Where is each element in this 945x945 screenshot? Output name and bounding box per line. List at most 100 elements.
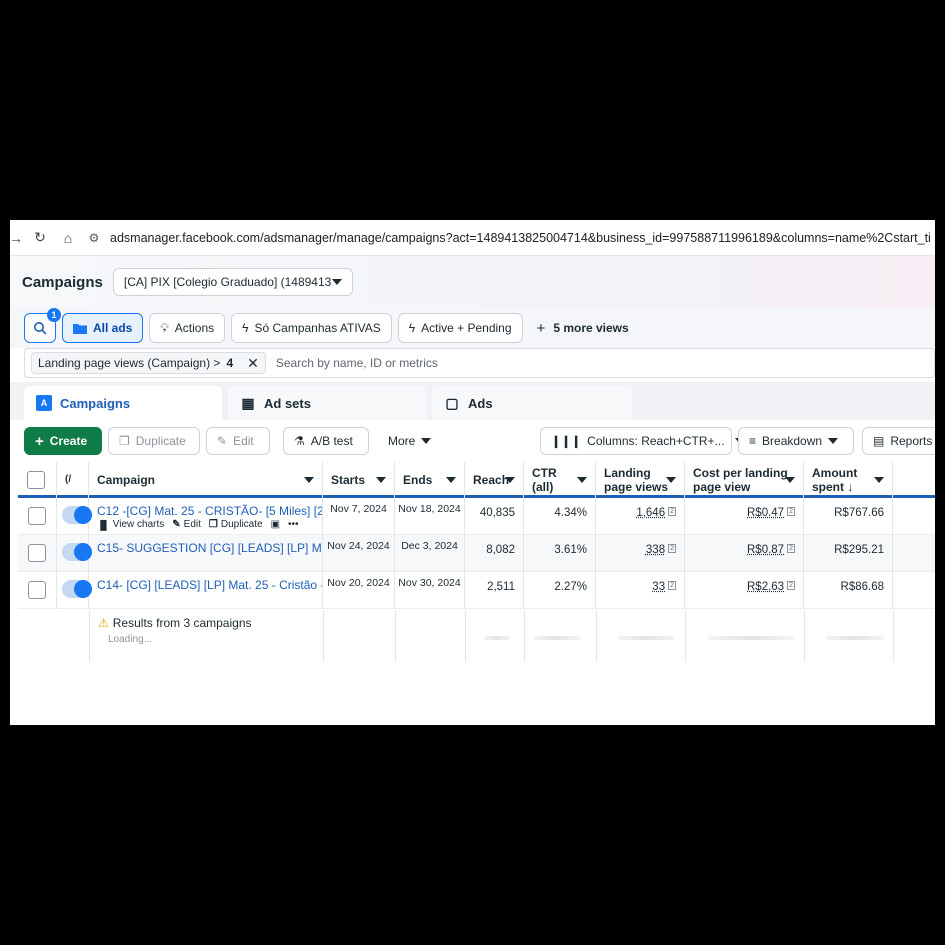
more-views-label: 5 more views [553,321,629,335]
table-row[interactable]: C14- [CG] [LEADS] [LP] Mat. 25 - Cristão… [18,572,935,609]
loading-placeholder [484,636,510,640]
search-count-badge: 1 [47,308,61,322]
columns-icon: ❙❙❙ [551,434,582,448]
tab-campaigns[interactable]: A Campaigns [24,386,222,420]
sort-caret-icon[interactable] [874,477,884,483]
more-views-button[interactable]: + 5 more views [537,320,629,337]
spent-cell: R$767.66 [804,498,893,535]
row-select-cell [18,572,57,609]
view-active-pending[interactable]: ϟ Active + Pending [397,313,523,343]
site-settings-icon[interactable]: ⚙ [84,228,104,248]
column-label: Ends [403,473,433,487]
column-divider [89,610,90,662]
sort-caret-icon[interactable] [446,477,456,483]
row-actions: ▐▌ View charts ✎ Edit ❐ Duplicate ▣ ••• [97,519,299,530]
tab-ads[interactable]: ▢ Ads [432,386,632,420]
views-bar: 1 All ads 💡︎ Actions ϟ Só Campanhas ATIV… [10,308,935,348]
campaign-name-link[interactable]: C15- SUGGESTION [CG] [LEADS] [LP] Mat. .… [89,535,322,555]
image-icon[interactable]: ▣ [271,519,280,530]
campaign-column-header[interactable]: Campaign [89,462,323,498]
tab-adsets[interactable]: ▦ Ad sets [228,386,426,420]
campaign-toggle[interactable] [62,543,92,561]
search-input[interactable]: Search by name, ID or metrics [276,356,438,370]
filter-bar: Landing page views (Campaign) > 4 ✕ Sear… [24,348,935,378]
account-selector[interactable]: [CA] PIX [Colegio Graduado] (1489413... [112,268,353,296]
cplpv-value[interactable]: R$2.63 [747,581,784,593]
starts-cell: Nov 20, 2024 [323,572,395,609]
ab-test-button[interactable]: ⚗ A/B test [283,427,369,455]
search-button[interactable]: 1 [24,308,61,343]
spent-column-header[interactable]: Amount spent ↓ [804,462,893,498]
spent-cell: R$86.68 [804,572,893,609]
more-button[interactable]: More [378,427,442,455]
sort-caret-icon[interactable] [304,477,314,483]
row-checkbox[interactable] [28,544,46,562]
column-label: Amount spent ↓ [812,466,857,494]
column-divider [893,610,894,662]
cplpv-value[interactable]: R$0.47 [747,507,784,519]
plus-icon: + [536,319,546,337]
reach-column-header[interactable]: Reach [465,462,524,498]
campaign-toggle[interactable] [62,506,92,524]
duplicate-button[interactable]: ❐ Duplicate [108,427,200,455]
cplpv-value[interactable]: R$0.87 [747,544,784,556]
campaign-name-link[interactable]: C14- [CG] [LEADS] [LP] Mat. 25 - Cristão… [89,572,322,592]
table-header: (/ Campaign Starts Ends Reach CTR(all) [18,462,935,498]
edit-link[interactable]: ✎ Edit [172,519,201,530]
starts-column-header[interactable]: Starts [323,462,395,498]
campaign-name-cell: C12 -[CG] Mat. 25 - CRISTÃO- [5 Miles] [… [89,498,323,535]
table-row[interactable]: C15- SUGGESTION [CG] [LEADS] [LP] Mat. .… [18,535,935,572]
column-divider [465,610,466,662]
sort-caret-icon[interactable] [666,477,676,483]
campaign-toggle[interactable] [62,580,92,598]
sort-caret-icon[interactable] [376,477,386,483]
column-label: Starts [331,473,366,487]
lpv-value[interactable]: 338 [646,544,665,556]
sort-caret-icon[interactable] [785,477,795,483]
row-checkbox[interactable] [28,507,46,525]
reach-cell: 8,082 [465,535,524,572]
create-button[interactable]: + Create [24,427,102,455]
close-icon[interactable]: ✕ [247,355,259,372]
duplicate-link[interactable]: ❐ Duplicate [209,519,263,530]
lpv-cell: 1,646 2 [596,498,685,535]
sort-caret-icon[interactable] [505,477,515,483]
lpv-value[interactable]: 1,646 [636,507,665,519]
toggle-column-label: (/ [65,474,72,485]
view-all-ads[interactable]: All ads [62,313,144,343]
cplpv-column-header[interactable]: Cost per landing page view [685,462,804,498]
table-row[interactable]: C12 -[CG] Mat. 25 - CRISTÃO- [5 Miles] [… [18,498,935,535]
duplicate-label: Duplicate [220,519,263,530]
view-active-campaigns[interactable]: ϟ Só Campanhas ATIVAS [231,313,392,343]
home-icon[interactable]: ⌂ [56,226,80,250]
more-actions[interactable]: ••• [288,519,299,530]
chevron-down-icon [828,438,839,444]
create-label: Create [49,434,88,448]
columns-button[interactable]: ❙❙❙ Columns: Reach+CTR+... [540,427,745,455]
reports-button[interactable]: ▤ Reports [862,427,935,455]
column-label-line: CTR [532,466,557,480]
lpv-value[interactable]: 33 [652,581,665,593]
view-charts-link[interactable]: ▐▌ View charts [97,519,164,530]
filter-chip[interactable]: Landing page views (Campaign) > 4 ✕ [31,352,266,374]
results-footer: ⚠ Results from 3 campaigns Loading... [18,610,935,662]
edit-button[interactable]: ✎ Edit [206,427,270,455]
ends-column-header[interactable]: Ends [395,462,465,498]
lpv-column-header[interactable]: Landing page views [596,462,685,498]
results-label: Results from 3 campaigns [112,616,252,630]
view-actions[interactable]: 💡︎ Actions [149,313,226,343]
app-header: Campaigns [CA] PIX [Colegio Graduado] (1… [10,256,935,308]
select-all-checkbox[interactable] [27,471,45,489]
address-bar[interactable]: adsmanager.facebook.com/adsmanager/manag… [110,231,930,245]
row-checkbox[interactable] [28,581,46,599]
forward-arrow-icon[interactable]: → [10,226,23,250]
column-label: Campaign [97,473,156,487]
sort-caret-icon[interactable] [577,477,587,483]
breakdown-button[interactable]: ≡ Breakdown [738,427,854,455]
edit-label: Edit [233,434,254,448]
campaign-name-link[interactable]: C12 -[CG] Mat. 25 - CRISTÃO- [5 Miles] [… [89,498,322,518]
folder-icon [73,324,87,334]
info-icon: 2 [668,581,676,590]
reload-icon[interactable]: ↻ [28,226,52,250]
ctr-column-header[interactable]: CTR (all) [524,462,596,498]
